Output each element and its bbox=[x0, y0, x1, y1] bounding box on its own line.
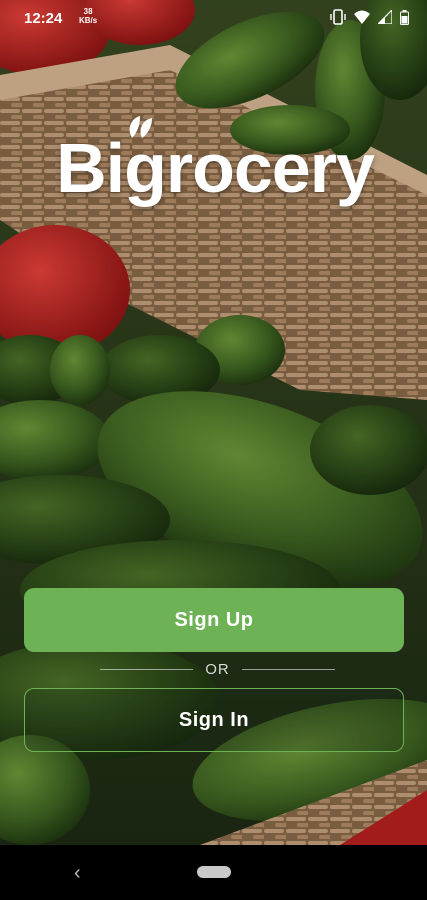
sign-up-button[interactable]: Sign Up bbox=[24, 588, 404, 652]
leaf-icon bbox=[129, 116, 152, 138]
divider-line-right bbox=[241, 668, 335, 670]
app-logo: Bigrocery bbox=[40, 116, 390, 208]
navigation-bar: ‹ bbox=[0, 845, 427, 900]
divider-line-left bbox=[100, 668, 194, 670]
logo-text: Bigrocery bbox=[56, 129, 375, 207]
wifi-icon bbox=[354, 10, 370, 24]
network-speed-unit: KB/s bbox=[79, 16, 98, 25]
back-icon[interactable]: ‹ bbox=[74, 862, 81, 885]
vibrate-icon bbox=[330, 9, 346, 25]
network-speed-value: 38 bbox=[83, 7, 93, 16]
network-speed: 38 KB/s bbox=[79, 7, 97, 25]
status-icons bbox=[330, 9, 409, 25]
or-divider: OR bbox=[100, 658, 335, 680]
status-time: 12:24 bbox=[24, 10, 63, 27]
battery-icon bbox=[400, 9, 409, 25]
sign-in-button[interactable]: Sign In bbox=[24, 688, 404, 752]
or-label: OR bbox=[205, 660, 230, 678]
home-pill-icon[interactable] bbox=[197, 866, 231, 878]
signal-icon bbox=[378, 10, 392, 24]
status-bar: 12:24 38 KB/s bbox=[0, 0, 427, 36]
